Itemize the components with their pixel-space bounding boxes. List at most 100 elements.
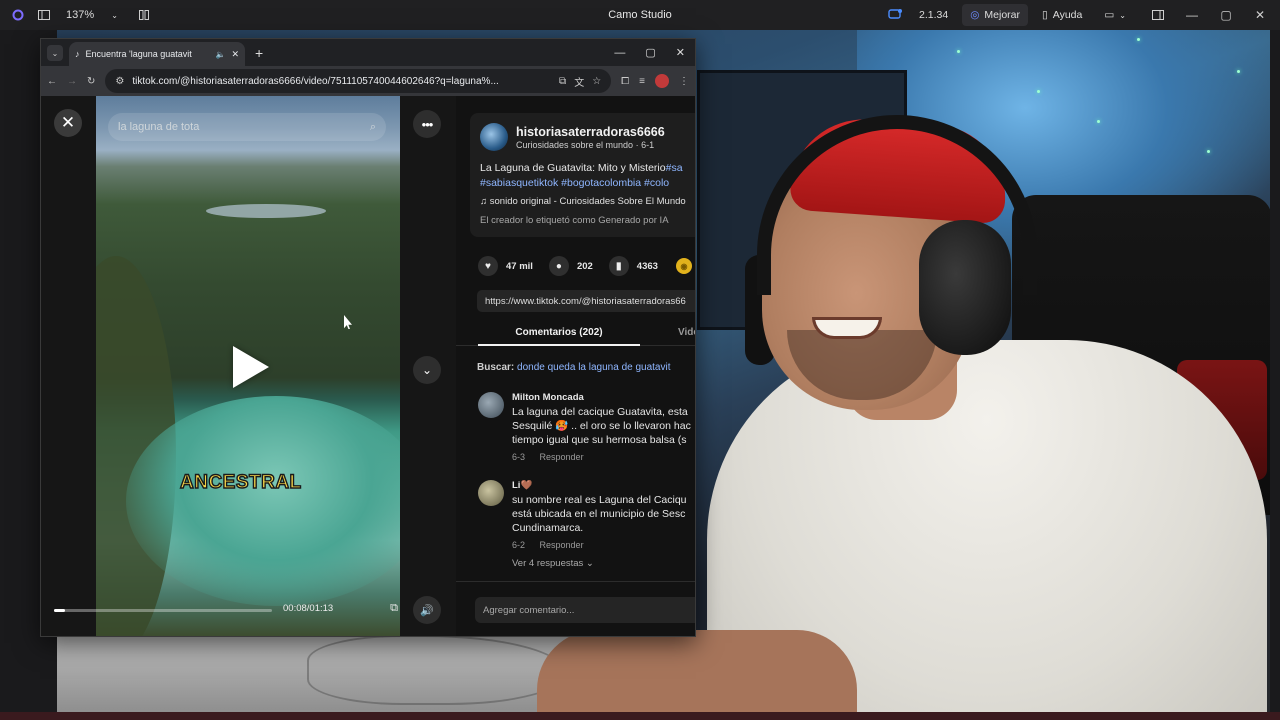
comment-count: 202 (576, 260, 593, 272)
forward-icon[interactable]: → (67, 76, 77, 87)
video-caption: ANCESTRAL (179, 471, 302, 493)
heart-icon[interactable]: ♥ (478, 256, 498, 276)
sidebar-toggle-icon[interactable] (34, 5, 54, 25)
install-icon[interactable]: ⧉ (559, 76, 566, 87)
new-tab-button[interactable]: + (255, 45, 263, 61)
hashtag-links[interactable]: #sabiasquetiktok #bogotacolombia #colo (480, 177, 669, 189)
lake (126, 396, 400, 606)
maximize-icon[interactable]: ▢ (1216, 5, 1236, 25)
post-info-card: historiasaterradoras6666 Curiosidades so… (470, 113, 695, 237)
music-note-icon: ♫ (480, 196, 488, 207)
commenter-name[interactable]: Milton Moncada (512, 392, 695, 403)
maximize-icon[interactable]: ▢ (645, 46, 655, 59)
site-info-icon[interactable]: ⚙ (115, 76, 124, 87)
app-toolbar: 137% ⌄ Camo Studio 2.1.34 ◎ Mejorar ▯ Ay… (0, 0, 1280, 30)
tab-videos[interactable]: Vide (678, 319, 695, 346)
bottom-strip (0, 712, 1280, 720)
translate-icon[interactable]: 文 (574, 74, 584, 89)
view-replies-button[interactable]: Ver 4 respuestas ⌄ (512, 558, 695, 569)
url-bar[interactable]: ⚙ tiktok.com/@historiasaterradoras6666/v… (105, 69, 612, 93)
chevron-down-icon: ⌄ (1119, 10, 1126, 20)
commenter-name[interactable]: Li🤎 (512, 480, 695, 491)
search-icon[interactable]: ⌕ (370, 121, 376, 134)
camo-logo-icon[interactable] (8, 5, 28, 25)
video-progress-fill (54, 609, 65, 612)
layout-icon[interactable] (1148, 5, 1168, 25)
improve-button[interactable]: ◎ Mejorar (962, 4, 1028, 26)
bookmark-icon[interactable]: ▮ (608, 256, 629, 276)
tab-close-icon[interactable]: ✕ (231, 49, 239, 60)
more-options-button[interactable]: ••• (413, 110, 441, 138)
url-text: tiktok.com/@historiasaterradoras6666/vid… (132, 75, 499, 87)
gift-coin-icon[interactable]: ◉ (675, 258, 692, 274)
commenter-avatar[interactable] (478, 480, 504, 506)
video-search-text: la laguna de tota (118, 121, 200, 133)
close-icon[interactable]: ✕ (1250, 5, 1270, 25)
commenter-avatar[interactable] (478, 392, 504, 418)
picture-in-picture-icon[interactable]: ⧉ (386, 600, 402, 616)
split-view-icon[interactable] (134, 5, 154, 25)
author-row[interactable]: historiasaterradoras6666 Curiosidades so… (480, 123, 695, 151)
video-progress-bar[interactable] (54, 609, 272, 612)
video-player[interactable]: la laguna de tota ⌕ ANCESTRAL (96, 96, 400, 636)
camera-menu-button[interactable]: ▭ ⌄ (1096, 4, 1134, 26)
like-count: 47 mil (506, 260, 533, 272)
headphone-right-cup (919, 220, 1011, 355)
profile-avatar[interactable] (655, 74, 669, 88)
comment-meta: 6-3 Responder (512, 452, 695, 462)
add-comment-bar: Agregar comentario... (456, 581, 695, 636)
action-bar: ♥ 47 mil ● 202 ▮ 4363 ◉ (478, 256, 692, 276)
tab-search-icon[interactable]: ⌄ (47, 45, 63, 61)
author-avatar[interactable] (480, 123, 508, 151)
related-search[interactable]: Buscar: donde queda la laguna de guatavi… (477, 362, 671, 373)
hashtag-link[interactable]: #sa (666, 162, 683, 174)
volume-button[interactable]: 🔊 (413, 596, 441, 624)
camera-icon: ▭ (1104, 9, 1115, 21)
arm (537, 630, 857, 714)
close-icon[interactable]: ✕ (676, 46, 685, 59)
description-text: La Laguna de Guatavita: Mito y Misterio (480, 162, 666, 174)
comment-line: tiempo igual que su hermosa balsa (s (512, 434, 687, 446)
zoom-select[interactable]: 137% ⌄ (62, 5, 122, 25)
video-search-input[interactable]: la laguna de tota ⌕ (108, 113, 386, 141)
minimize-icon[interactable]: — (1182, 5, 1202, 25)
sound-row[interactable]: ♫ sonido original - Curiosidades Sobre E… (480, 196, 695, 207)
play-icon[interactable] (233, 346, 269, 388)
tab-comments[interactable]: Comentarios (202) (478, 319, 640, 346)
media-icon[interactable]: ≡ (639, 76, 645, 87)
add-comment-input[interactable]: Agregar comentario... (475, 597, 695, 623)
speaker-icon: 🔈 (215, 49, 226, 59)
reply-button[interactable]: Responder (540, 452, 584, 462)
bookmark-star-icon[interactable]: ☆ (592, 76, 601, 87)
distant-lake (206, 204, 326, 218)
comment-line: está ubicada en el municipio de Sesc (512, 508, 686, 520)
tiktok-page: la laguna de tota ⌕ ANCESTRAL ✕ ••• ⌄ 00… (41, 96, 695, 636)
chat-icon[interactable] (885, 5, 905, 25)
tab-tiktok[interactable]: ♪ Encuentra 'laguna guatavit 🔈 ✕ (69, 42, 245, 66)
mouse-cursor-icon (344, 315, 352, 329)
author-name[interactable]: historiasaterradoras6666 (516, 125, 665, 139)
book-icon: ▯ (1042, 9, 1048, 21)
sparkle-icon: ◎ (970, 9, 980, 21)
reply-button[interactable]: Responder (540, 540, 584, 550)
close-video-button[interactable]: ✕ (54, 109, 82, 137)
next-video-button[interactable]: ⌄ (413, 356, 441, 384)
comment-line: La laguna del cacique Guatavita, esta (512, 406, 688, 418)
help-button[interactable]: ▯ Ayuda (1034, 4, 1090, 26)
extensions-icon[interactable]: ⧠ (621, 76, 629, 87)
star-light (1207, 150, 1210, 153)
comment-icon[interactable]: ● (548, 256, 569, 276)
improve-label: Mejorar (984, 9, 1020, 21)
tiktok-favicon-icon: ♪ (75, 49, 80, 59)
back-icon[interactable]: ← (47, 76, 57, 87)
comment-text: su nombre real es Laguna del Caciqu está… (512, 493, 695, 535)
minimize-icon[interactable]: — (614, 47, 625, 59)
browser-window: ⌄ ♪ Encuentra 'laguna guatavit 🔈 ✕ + — ▢… (40, 38, 696, 637)
reload-icon[interactable]: ↻ (87, 76, 95, 87)
menu-kebab-icon[interactable]: ⋮ (679, 76, 689, 87)
search-hint-query[interactable]: donde queda la laguna de guatavit (517, 362, 670, 373)
share-link-field[interactable]: https://www.tiktok.com/@historiasaterrad… (477, 290, 695, 312)
address-toolbar: ← → ↻ ⚙ tiktok.com/@historiasaterradoras… (41, 66, 695, 96)
video-pane: la laguna de tota ⌕ ANCESTRAL ✕ ••• ⌄ 00… (41, 96, 456, 636)
details-panel: historiasaterradoras6666 Curiosidades so… (456, 96, 695, 636)
